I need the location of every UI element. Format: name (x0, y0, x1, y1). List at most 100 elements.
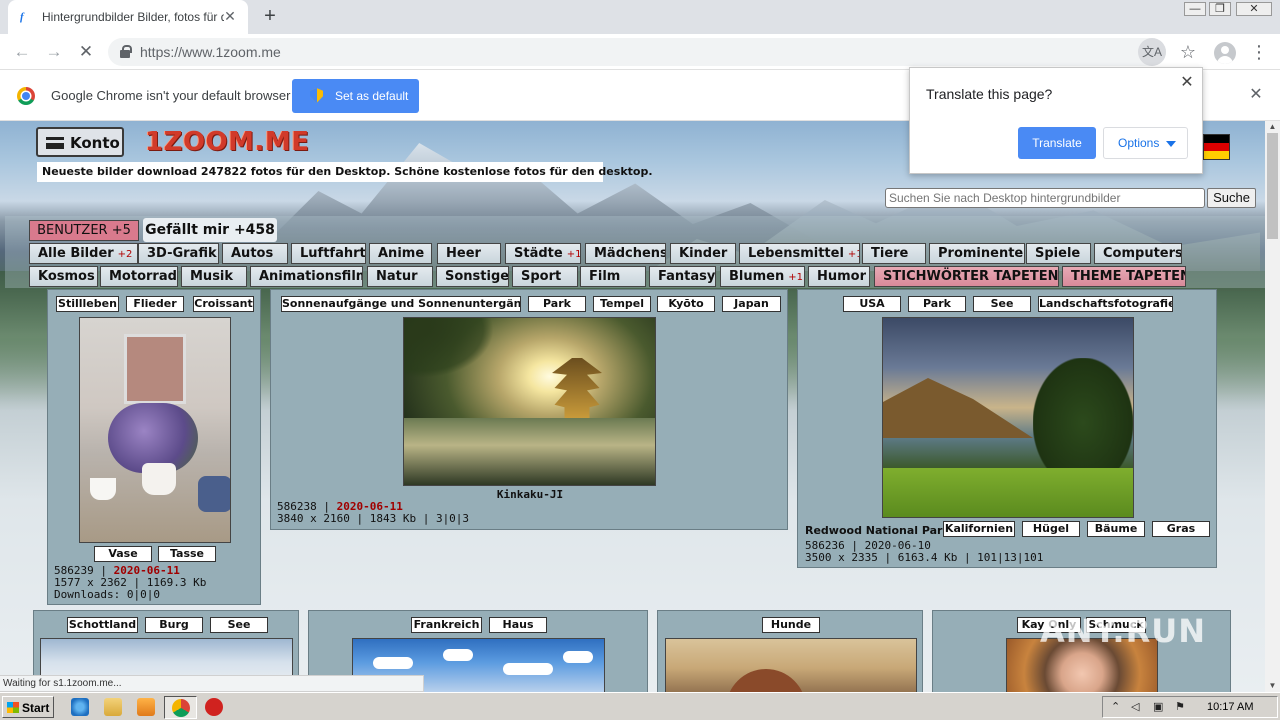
tag-tempel[interactable]: Tempel (593, 296, 651, 312)
tag-croissant[interactable]: Croissant (193, 296, 254, 312)
tag-landschaftsfotografie[interactable]: Landschaftsfotografie (1038, 296, 1173, 312)
lock-icon[interactable] (120, 45, 132, 58)
translate-options-button[interactable]: Options (1103, 127, 1188, 159)
tray-expand-icon[interactable]: ⌃ (1111, 700, 1120, 713)
category-lebensmittel[interactable]: Lebensmittel+1 (739, 243, 860, 264)
taskbar-chrome-button[interactable] (164, 696, 197, 719)
address-bar[interactable]: https://www.1zoom.me 文A (108, 38, 1166, 66)
gefallt-mir-counter[interactable]: Gefällt mir +458 (143, 218, 277, 242)
category-spiele[interactable]: Spiele (1026, 243, 1091, 264)
stichwoerter-tapeten-button[interactable]: STICHWÖRTER TAPETEN (874, 266, 1059, 287)
security-app-icon[interactable] (205, 698, 223, 716)
wallpaper-caption: Redwood National Park (805, 524, 950, 537)
tag-see[interactable]: See (210, 617, 268, 633)
translate-icon[interactable]: 文A (1138, 38, 1166, 66)
tag-stillleben[interactable]: Stillleben (56, 296, 119, 312)
tag-haus[interactable]: Haus (489, 617, 547, 633)
restore-button[interactable]: ❐ (1209, 2, 1231, 16)
tag-hunde[interactable]: Hunde (762, 617, 820, 633)
scroll-down-arrow-icon[interactable]: ▼ (1265, 680, 1280, 692)
wallpaper-thumbnail-redwood[interactable] (882, 317, 1134, 518)
wallpaper-thumbnail-lilac[interactable] (79, 317, 231, 543)
german-flag-icon[interactable] (1203, 134, 1230, 160)
chrome-menu-icon[interactable]: ⋮ (1250, 40, 1268, 64)
internet-explorer-icon[interactable] (71, 698, 89, 716)
tag-kyoto[interactable]: Kyōto (657, 296, 715, 312)
tag-flieder[interactable]: Flieder (126, 296, 184, 312)
set-as-default-button[interactable]: Set as default (292, 79, 419, 113)
network-icon[interactable]: ▣ (1153, 700, 1163, 713)
tag-park[interactable]: Park (528, 296, 586, 312)
category-humor[interactable]: Humor (808, 266, 870, 287)
taskbar-clock[interactable]: 10:17 AM (1207, 701, 1253, 713)
category-maedchens[interactable]: Mädchens (585, 243, 666, 264)
scrollbar-thumb[interactable] (1267, 133, 1278, 239)
bookmark-star-icon[interactable]: ☆ (1176, 40, 1200, 64)
tag-baeume[interactable]: Bäume (1087, 521, 1145, 537)
tag-japan[interactable]: Japan (722, 296, 781, 312)
translate-close-icon[interactable]: ✕ (1178, 74, 1196, 92)
category-fantasy[interactable]: Fantasy (649, 266, 716, 287)
media-player-icon[interactable] (137, 698, 155, 716)
category-anime[interactable]: Anime (369, 243, 432, 264)
category-kinder[interactable]: Kinder (670, 243, 736, 264)
search-button[interactable]: Suche (1207, 188, 1256, 208)
category-autos[interactable]: Autos (222, 243, 288, 264)
volume-icon[interactable]: ◁ (1131, 700, 1139, 713)
site-logo[interactable]: 1ZOOM.ME (145, 127, 310, 157)
category-motorrad[interactable]: Motorrad (100, 266, 178, 287)
scroll-up-arrow-icon[interactable]: ▲ (1265, 121, 1280, 133)
category-musik[interactable]: Musik (181, 266, 247, 287)
tag-frankreich[interactable]: Frankreich (411, 617, 482, 633)
tag-kalifornien[interactable]: Kalifornien (943, 521, 1015, 537)
category-alle-bilder[interactable]: Alle Bilder +2 (29, 243, 138, 264)
infobar-close-icon[interactable]: ✕ (1246, 85, 1266, 105)
window-close-button[interactable]: ✕ (1236, 2, 1272, 16)
theme-tapeten-button[interactable]: THEME TAPETEN (1062, 266, 1186, 287)
wallpaper-info-line2: 3500 x 2335 | 6163.4 Kb | 101|13|101 (805, 551, 1044, 564)
tag-sonnenaufgaenge[interactable]: Sonnenaufgänge und Sonnenuntergänge (281, 296, 521, 312)
flag-notification-icon[interactable]: ⚑ (1175, 700, 1185, 713)
page-scrollbar[interactable]: ▲ ▼ (1265, 121, 1280, 692)
file-explorer-icon[interactable] (104, 698, 122, 716)
category-blumen[interactable]: Blumen +1 (720, 266, 805, 287)
benutzer-button[interactable]: BENUTZER +5 (29, 220, 139, 241)
profile-avatar-icon[interactable] (1214, 42, 1236, 64)
tag-gras[interactable]: Gras (1152, 521, 1210, 537)
category-kosmos[interactable]: Kosmos (29, 266, 98, 287)
tag-vase[interactable]: Vase (94, 546, 152, 562)
konto-button[interactable]: Konto (36, 127, 124, 157)
search-input[interactable] (885, 188, 1205, 208)
category-natur[interactable]: Natur (367, 266, 433, 287)
category-prominente[interactable]: Prominente (929, 243, 1025, 264)
category-computers[interactable]: Computers (1094, 243, 1182, 264)
translate-button[interactable]: Translate (1018, 127, 1096, 159)
wallpaper-thumbnail-kyoto[interactable] (403, 317, 656, 486)
wallpaper-thumbnail-dogs[interactable] (665, 638, 917, 692)
tab-close-icon[interactable]: ✕ (222, 8, 238, 24)
category-sport[interactable]: Sport (512, 266, 578, 287)
forward-arrow-icon[interactable]: → (42, 40, 66, 64)
browser-tab[interactable]: f Hintergrundbilder Bilder, fotos für de… (8, 0, 248, 34)
tag-usa[interactable]: USA (843, 296, 901, 312)
category-film[interactable]: Film (580, 266, 646, 287)
stop-loading-icon[interactable]: ✕ (74, 40, 98, 64)
category-sonstige[interactable]: Sonstige (436, 266, 509, 287)
tag-burg[interactable]: Burg (145, 617, 203, 633)
category-3d-grafik[interactable]: 3D-Grafik (138, 243, 219, 264)
category-tiere[interactable]: Tiere (862, 243, 926, 264)
category-luftfahrt[interactable]: Luftfahrt (291, 243, 366, 264)
category-animationsfilm[interactable]: Animationsfilm (250, 266, 363, 287)
tag-schottland[interactable]: Schottland (67, 617, 138, 633)
translate-popup-title: Translate this page? (926, 86, 1053, 102)
tag-huegel[interactable]: Hügel (1022, 521, 1080, 537)
tag-see[interactable]: See (973, 296, 1031, 312)
tag-tasse[interactable]: Tasse (158, 546, 216, 562)
category-heer[interactable]: Heer (437, 243, 501, 264)
back-arrow-icon[interactable]: ← (10, 40, 34, 64)
category-staedte[interactable]: Städte +1 (505, 243, 581, 264)
new-tab-button[interactable]: + (258, 5, 282, 29)
start-button[interactable]: Start (2, 696, 54, 718)
minimize-button[interactable]: — (1184, 2, 1206, 16)
tag-park[interactable]: Park (908, 296, 966, 312)
